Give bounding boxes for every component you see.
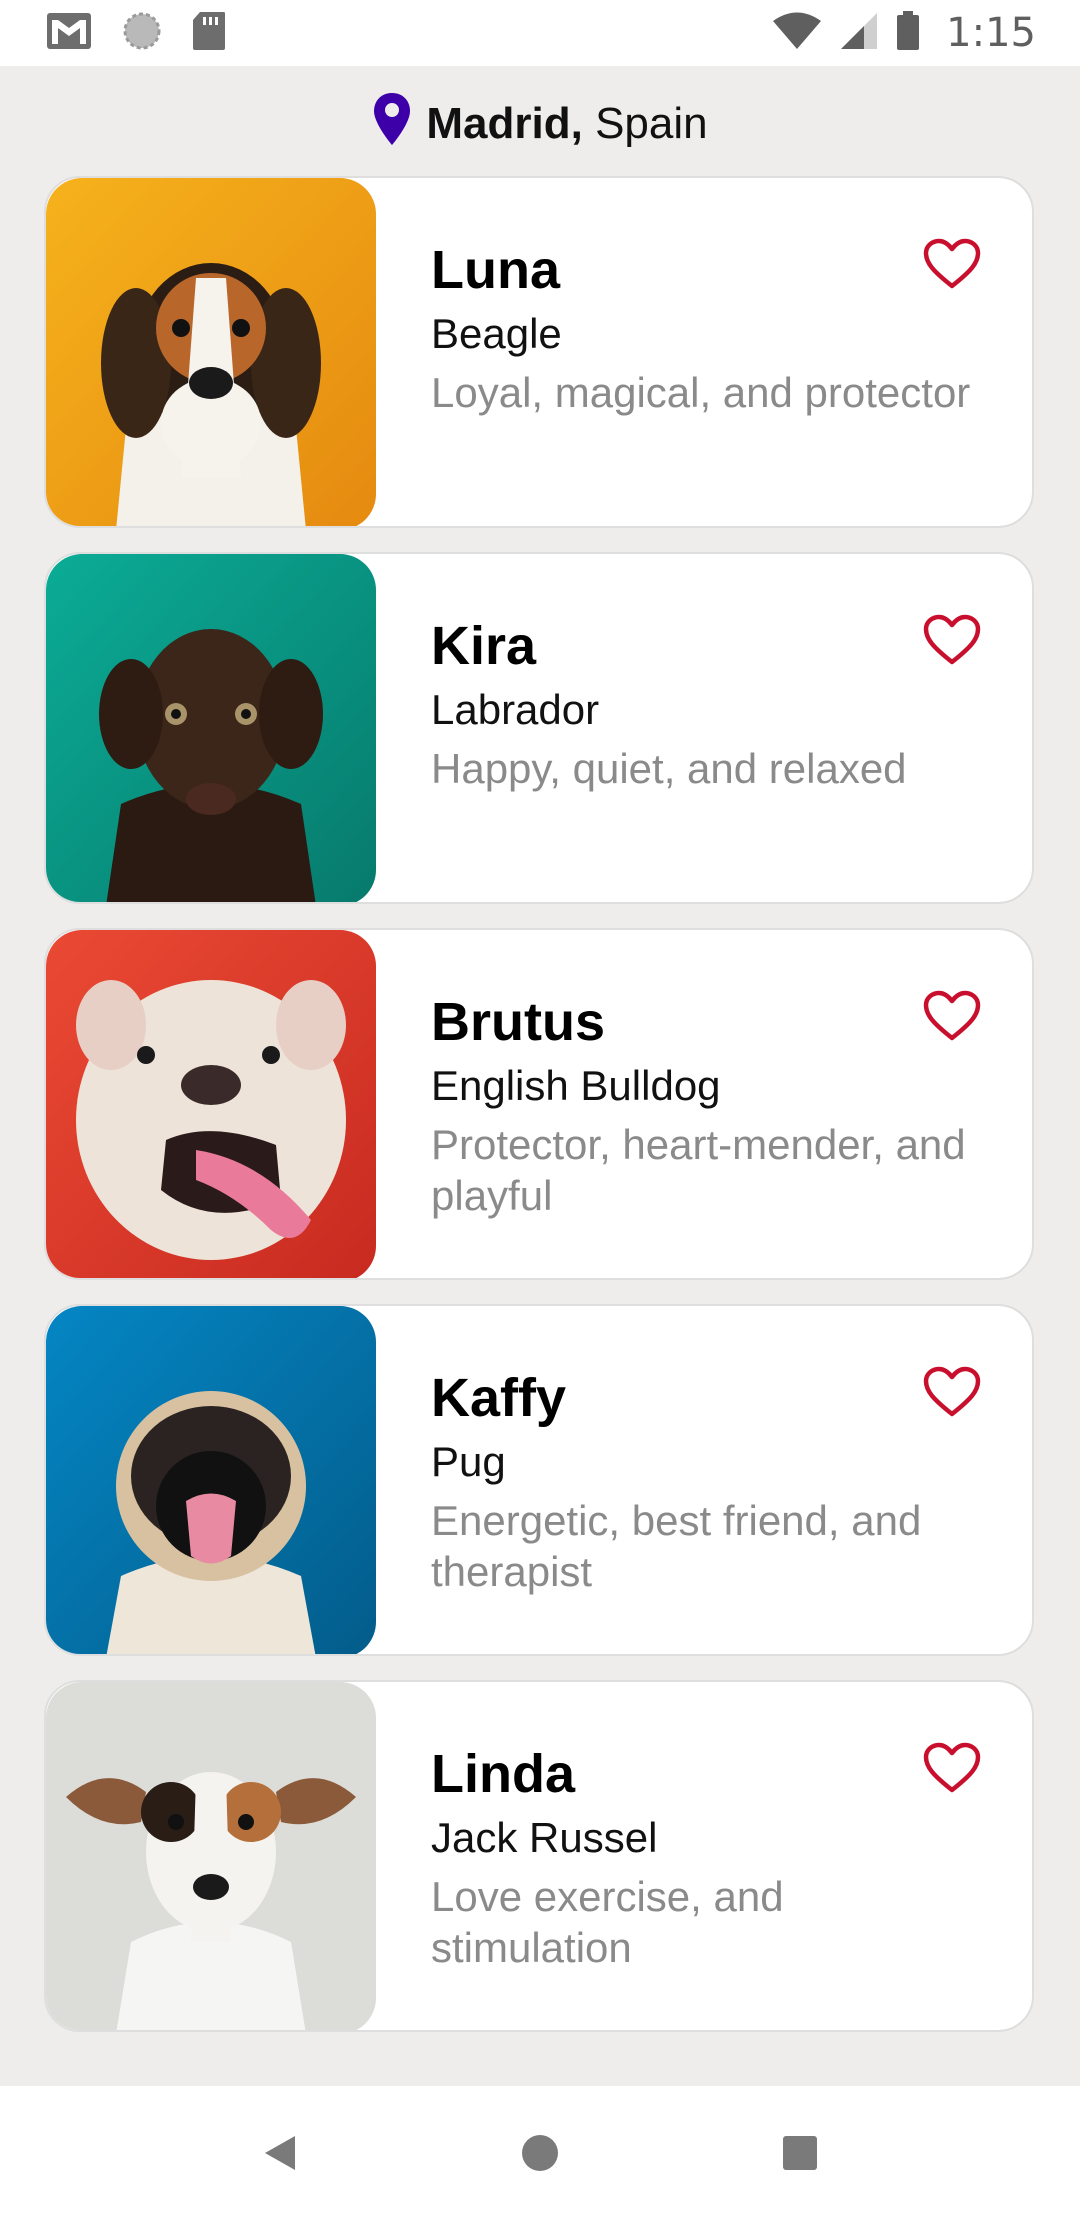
- pet-card[interactable]: Luna Beagle Loyal, magical, and protecto…: [44, 176, 1034, 528]
- pet-name: Kaffy: [431, 1368, 567, 1428]
- pet-card[interactable]: Linda Jack Russel Love exercise, and sti…: [44, 1680, 1034, 2032]
- dog-photo-pug: [46, 1306, 376, 1654]
- pet-traits: Energetic, best friend, and therapist: [431, 1497, 922, 1596]
- dog-photo-beagle: [46, 178, 376, 526]
- system-nav-bar: [0, 2086, 1080, 2220]
- pet-card[interactable]: Kira Labrador Happy, quiet, and relaxed: [44, 552, 1034, 904]
- pet-traits: Loyal, magical, and protector: [431, 369, 971, 417]
- pet-info: Linda Jack Russel Love exercise, and sti…: [431, 1742, 991, 1974]
- pet-card[interactable]: Brutus English Bulldog Protector, heart-…: [44, 928, 1034, 1280]
- location-city: Madrid,: [426, 99, 583, 148]
- pet-name: Brutus: [431, 992, 605, 1052]
- gmail-icon: [46, 12, 92, 55]
- favorite-heart-icon[interactable]: [922, 610, 982, 670]
- pet-breed: English Bulldog: [431, 1061, 721, 1109]
- recents-icon[interactable]: [760, 2113, 840, 2193]
- favorite-heart-icon[interactable]: [922, 234, 982, 294]
- status-bar: 1:15: [0, 0, 1080, 66]
- sd-card-icon: [192, 11, 226, 56]
- pet-info: Kaffy Pug Energetic, best friend, and th…: [431, 1366, 991, 1598]
- dog-photo-english-bulldog: [46, 930, 376, 1278]
- system-icons: 1:15: [772, 10, 1036, 56]
- clock: 1:15: [946, 10, 1036, 56]
- location-country: Spain: [595, 99, 708, 148]
- home-icon[interactable]: [500, 2113, 580, 2193]
- battery-icon: [896, 10, 920, 56]
- dog-photo-jack-russel: [46, 1682, 376, 2030]
- notification-icons: [46, 11, 226, 56]
- location-header[interactable]: Madrid, Spain: [0, 88, 1080, 160]
- pet-info: Luna Beagle Loyal, magical, and protecto…: [431, 238, 991, 418]
- pet-name: Luna: [431, 240, 560, 300]
- pet-traits: Happy, quiet, and relaxed: [431, 745, 907, 793]
- pet-traits: Protector, heart-mender, and playful: [431, 1121, 966, 1220]
- favorite-heart-icon[interactable]: [922, 986, 982, 1046]
- pet-breed: Jack Russel: [431, 1813, 658, 1861]
- pet-info: Brutus English Bulldog Protector, heart-…: [431, 990, 991, 1222]
- dog-photo-labrador: [46, 554, 376, 902]
- back-icon[interactable]: [240, 2113, 320, 2193]
- wifi-icon: [772, 12, 822, 55]
- pet-breed: Pug: [431, 1437, 506, 1485]
- favorite-heart-icon[interactable]: [922, 1362, 982, 1422]
- sync-icon: [122, 11, 162, 56]
- pet-card[interactable]: Kaffy Pug Energetic, best friend, and th…: [44, 1304, 1034, 1656]
- location-pin-icon: [372, 91, 412, 158]
- favorite-heart-icon[interactable]: [922, 1738, 982, 1798]
- pet-list: Luna Beagle Loyal, magical, and protecto…: [44, 176, 1034, 2056]
- pet-traits: Love exercise, and stimulation: [431, 1873, 784, 1972]
- pet-info: Kira Labrador Happy, quiet, and relaxed: [431, 614, 991, 794]
- signal-icon: [840, 12, 878, 55]
- pet-breed: Labrador: [431, 685, 600, 733]
- pet-name: Kira: [431, 616, 537, 676]
- pet-breed: Beagle: [431, 309, 562, 357]
- pet-name: Linda: [431, 1744, 575, 1804]
